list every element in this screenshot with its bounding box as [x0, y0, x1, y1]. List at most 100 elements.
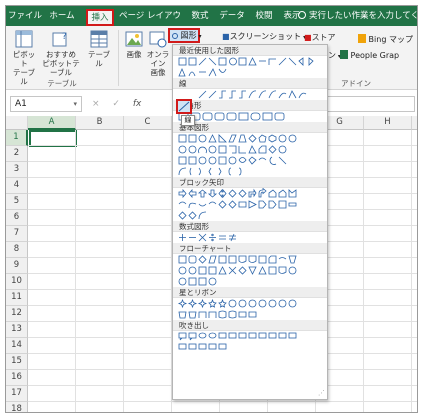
pictures-label: 画像: [126, 50, 142, 59]
row-header-13[interactable]: 13: [6, 322, 28, 338]
tell-me-text: 実行したい作業を入力してくださ: [309, 11, 418, 21]
flowchart-row-3[interactable]: [173, 276, 327, 287]
tables-group-label: テーブル: [47, 79, 77, 88]
stars-row-2[interactable]: [173, 309, 327, 320]
grid-column-line: [411, 130, 412, 412]
basic-shapes-icons-4: [178, 167, 242, 176]
flowchart-row-2[interactable]: [173, 265, 327, 276]
store-icon: ■: [304, 33, 312, 42]
basic-shapes-row-4[interactable]: [173, 166, 327, 177]
recommended-pivot-button[interactable]: ? おすすめ ピボットテーブル: [42, 30, 80, 77]
gallery-section-title: 吹き出し: [173, 320, 327, 331]
block-arrows-row-3[interactable]: [173, 210, 327, 221]
stars-row-1[interactable]: [173, 298, 327, 309]
store-label: ストア: [311, 33, 336, 42]
pictures-button[interactable]: 画像: [122, 30, 146, 59]
row-header-11[interactable]: 11: [6, 290, 28, 306]
row-header-4[interactable]: 4: [6, 178, 28, 194]
equation-shapes-icons: [179, 233, 236, 242]
recent-shapes-icons: [178, 57, 314, 66]
people-graph-button[interactable]: People Grap: [340, 50, 399, 60]
lines-row[interactable]: [173, 89, 327, 100]
row-header-6[interactable]: 6: [6, 210, 28, 226]
name-box[interactable]: A1 ▾: [10, 96, 82, 112]
basic-shapes-row-3[interactable]: [173, 155, 327, 166]
block-arrows-row-2[interactable]: [173, 199, 327, 210]
row-header-14[interactable]: 14: [6, 338, 28, 354]
row-header-18[interactable]: 18: [6, 402, 28, 412]
recent-shapes-row[interactable]: [173, 56, 327, 67]
row-header-16[interactable]: 16: [6, 370, 28, 386]
group-separator: [118, 30, 119, 86]
row-header-9[interactable]: 9: [6, 258, 28, 274]
gallery-section-title: 数式図形: [173, 221, 327, 232]
grid-column-line: [363, 130, 364, 412]
shapes-gallery: 最近使用した図形 線 四角形 基本図形 ブロック矢印 数式図形 フローチャート …: [172, 44, 328, 400]
tab-data[interactable]: データ: [216, 6, 248, 26]
rectangle-shapes-icons: [178, 112, 285, 121]
row-header-1[interactable]: 1: [6, 130, 28, 146]
column-header-a[interactable]: A: [28, 116, 76, 130]
pivot-table-icon: [15, 30, 33, 48]
lightbulb-icon: [298, 11, 306, 19]
column-header-b[interactable]: B: [76, 116, 124, 130]
line-tooltip: 線: [181, 115, 195, 126]
row-header-12[interactable]: 12: [6, 306, 28, 322]
tab-file[interactable]: ファイル: [8, 6, 42, 26]
basic-shapes-icons-1: [178, 134, 297, 143]
grid-row-line: [28, 401, 417, 402]
callouts-row-2[interactable]: [173, 342, 327, 353]
row-header-7[interactable]: 7: [6, 226, 28, 242]
cancel-icon[interactable]: ×: [92, 99, 100, 109]
row-header-10[interactable]: 10: [6, 274, 28, 290]
resize-grip-icon[interactable]: ⋰: [318, 389, 325, 397]
tab-review[interactable]: 校閲: [250, 6, 278, 26]
recent-shapes-row-2[interactable]: [173, 67, 327, 78]
column-header-c[interactable]: C: [124, 116, 172, 130]
row-header-15[interactable]: 15: [6, 354, 28, 370]
row-header-17[interactable]: 17: [6, 386, 28, 402]
gallery-section-title: 四角形: [173, 100, 327, 111]
screenshot-label: スクリーンショット: [229, 32, 302, 41]
fx-icon[interactable]: fx: [133, 99, 142, 109]
formula-buttons: × ✓ fx: [92, 96, 172, 112]
row-header-5[interactable]: 5: [6, 194, 28, 210]
row-header-3[interactable]: 3: [6, 162, 28, 178]
select-all-corner[interactable]: [6, 116, 28, 130]
column-header-h[interactable]: H: [364, 116, 412, 130]
callouts-row-1[interactable]: [173, 331, 327, 342]
gallery-section-title: 最近使用した図形: [173, 45, 327, 56]
tab-home[interactable]: ホーム: [46, 6, 78, 26]
tab-insert[interactable]: 挿入: [86, 9, 114, 26]
block-arrows-icons-1: [178, 188, 297, 199]
screenshot-button[interactable]: ■スクリーンショット ▾: [222, 31, 306, 42]
store-button[interactable]: ■ストア: [304, 32, 336, 43]
tab-page-layout[interactable]: ページ レイアウト: [118, 6, 182, 41]
column-header-i[interactable]: I: [412, 116, 417, 130]
camera-icon: ■: [222, 32, 230, 41]
flowchart-row-1[interactable]: [173, 254, 327, 265]
gallery-section-title: 星とリボン: [173, 287, 327, 298]
recent-shapes-icons-2: [178, 67, 227, 77]
bing-maps-button[interactable]: Bing マップ: [358, 34, 413, 45]
addins-group-label: アドイン: [341, 79, 371, 88]
shapes-button[interactable]: 図形 ▾: [168, 28, 201, 43]
block-arrows-icons-2: [178, 200, 297, 209]
table-button[interactable]: テーブル: [86, 30, 112, 68]
row-header-2[interactable]: 2: [6, 146, 28, 162]
enter-icon[interactable]: ✓: [112, 99, 120, 109]
block-arrows-row-1[interactable]: [173, 188, 327, 199]
bing-icon: [358, 34, 366, 43]
row-header-8[interactable]: 8: [6, 242, 28, 258]
tab-formulas[interactable]: 数式: [186, 6, 214, 26]
tell-me-box[interactable]: 実行したい作業を入力してくださ: [298, 6, 418, 26]
rectangles-row[interactable]: [173, 111, 327, 122]
basic-shapes-row-1[interactable]: [173, 133, 327, 144]
stars-icons-1: [177, 298, 297, 309]
equation-shapes-row[interactable]: [173, 232, 327, 243]
grid-column-line: [75, 130, 76, 412]
online-pictures-button[interactable]: オンライン 画像: [146, 30, 170, 77]
line-shape-button[interactable]: [176, 99, 192, 114]
basic-shapes-row-2[interactable]: [173, 144, 327, 155]
basic-shapes-icons-3: [178, 156, 287, 165]
